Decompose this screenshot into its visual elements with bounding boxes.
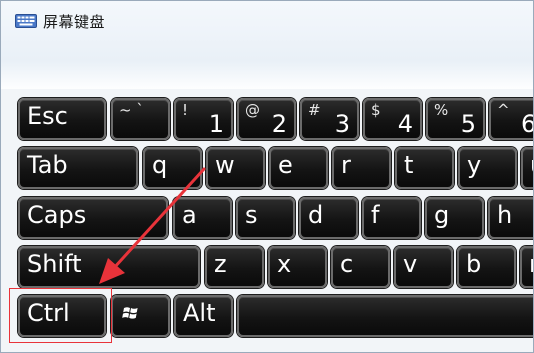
key-caps-lock[interactable]: Caps xyxy=(18,197,168,239)
key-sub-label: # xyxy=(308,101,321,119)
key-label: g xyxy=(434,201,450,229)
key-u[interactable]: u xyxy=(521,147,533,189)
on-screen-keyboard-window: 屏幕键盘 Esc ~ ` ! 1 @ 2 # 3 $ 4 % 5 ^ 6 Tab… xyxy=(0,0,534,353)
key-label: Tab xyxy=(27,151,68,179)
key-label: t xyxy=(404,151,414,179)
key-label: Alt xyxy=(183,299,216,327)
key-sub-label: ~ ` xyxy=(119,101,144,119)
key-tilde[interactable]: ~ ` xyxy=(111,98,170,140)
key-alt[interactable]: Alt xyxy=(174,295,233,337)
key-tab[interactable]: Tab xyxy=(18,147,138,189)
key-label: r xyxy=(341,151,351,179)
key-a[interactable]: a xyxy=(173,197,232,239)
key-label: 4 xyxy=(397,110,413,138)
key-s[interactable]: s xyxy=(236,197,295,239)
key-sub-label: ! xyxy=(182,101,189,119)
key-z[interactable]: z xyxy=(205,246,264,288)
key-label: b xyxy=(466,250,482,278)
key-ctrl[interactable]: Ctrl xyxy=(18,295,106,337)
key-label: 1 xyxy=(208,110,224,138)
key-b[interactable]: b xyxy=(457,246,516,288)
key-label: Caps xyxy=(27,201,87,229)
key-1[interactable]: ! 1 xyxy=(174,98,233,140)
key-3[interactable]: # 3 xyxy=(300,98,359,140)
key-label: 6 xyxy=(521,110,533,138)
key-q[interactable]: q xyxy=(143,147,202,189)
key-g[interactable]: g xyxy=(425,197,484,239)
key-h[interactable]: h xyxy=(488,197,533,239)
key-label: f xyxy=(371,201,380,229)
key-label: c xyxy=(340,250,354,278)
key-label: v xyxy=(403,250,418,278)
key-v[interactable]: v xyxy=(394,246,453,288)
key-c[interactable]: c xyxy=(331,246,390,288)
key-w[interactable]: w xyxy=(206,147,265,189)
key-label: Esc xyxy=(27,102,68,130)
key-space[interactable] xyxy=(237,295,533,337)
key-e[interactable]: e xyxy=(269,147,328,189)
key-label: n xyxy=(529,249,533,279)
key-label: a xyxy=(182,201,197,229)
title-bar: 屏幕键盘 xyxy=(1,1,533,41)
key-r[interactable]: r xyxy=(332,147,391,189)
key-y[interactable]: y xyxy=(458,147,517,189)
key-n[interactable]: n xyxy=(520,246,533,288)
key-label: q xyxy=(152,151,168,179)
key-label: 2 xyxy=(271,110,287,138)
key-label: x xyxy=(277,250,292,278)
key-5[interactable]: % 5 xyxy=(426,98,485,140)
key-label: w xyxy=(215,151,235,179)
key-f[interactable]: f xyxy=(362,197,421,239)
key-label: Ctrl xyxy=(27,299,70,327)
key-t[interactable]: t xyxy=(395,147,454,189)
key-label: e xyxy=(278,151,293,179)
key-label: z xyxy=(214,250,227,278)
key-4[interactable]: $ 4 xyxy=(363,98,422,140)
key-shift[interactable]: Shift xyxy=(18,246,200,288)
key-label: u xyxy=(530,150,533,180)
key-6[interactable]: ^ 6 xyxy=(489,98,533,140)
key-label: 5 xyxy=(460,110,476,138)
key-label: s xyxy=(245,201,258,229)
key-esc[interactable]: Esc xyxy=(18,98,106,140)
windows-logo-icon xyxy=(122,307,138,319)
key-sub-label: % xyxy=(434,101,449,119)
key-label: h xyxy=(497,201,513,229)
key-sub-label: $ xyxy=(371,101,381,119)
key-d[interactable]: d xyxy=(299,197,358,239)
key-2[interactable]: @ 2 xyxy=(237,98,296,140)
window-title: 屏幕键盘 xyxy=(43,13,106,31)
key-sub-label: ^ xyxy=(497,101,510,119)
keyboard-icon xyxy=(15,14,37,28)
key-label: d xyxy=(308,201,324,229)
key-x[interactable]: x xyxy=(268,246,327,288)
key-windows[interactable] xyxy=(111,295,170,337)
key-sub-label: @ xyxy=(245,101,260,119)
key-label: Shift xyxy=(27,250,82,278)
key-label: 3 xyxy=(334,110,350,138)
key-label: y xyxy=(467,151,482,179)
